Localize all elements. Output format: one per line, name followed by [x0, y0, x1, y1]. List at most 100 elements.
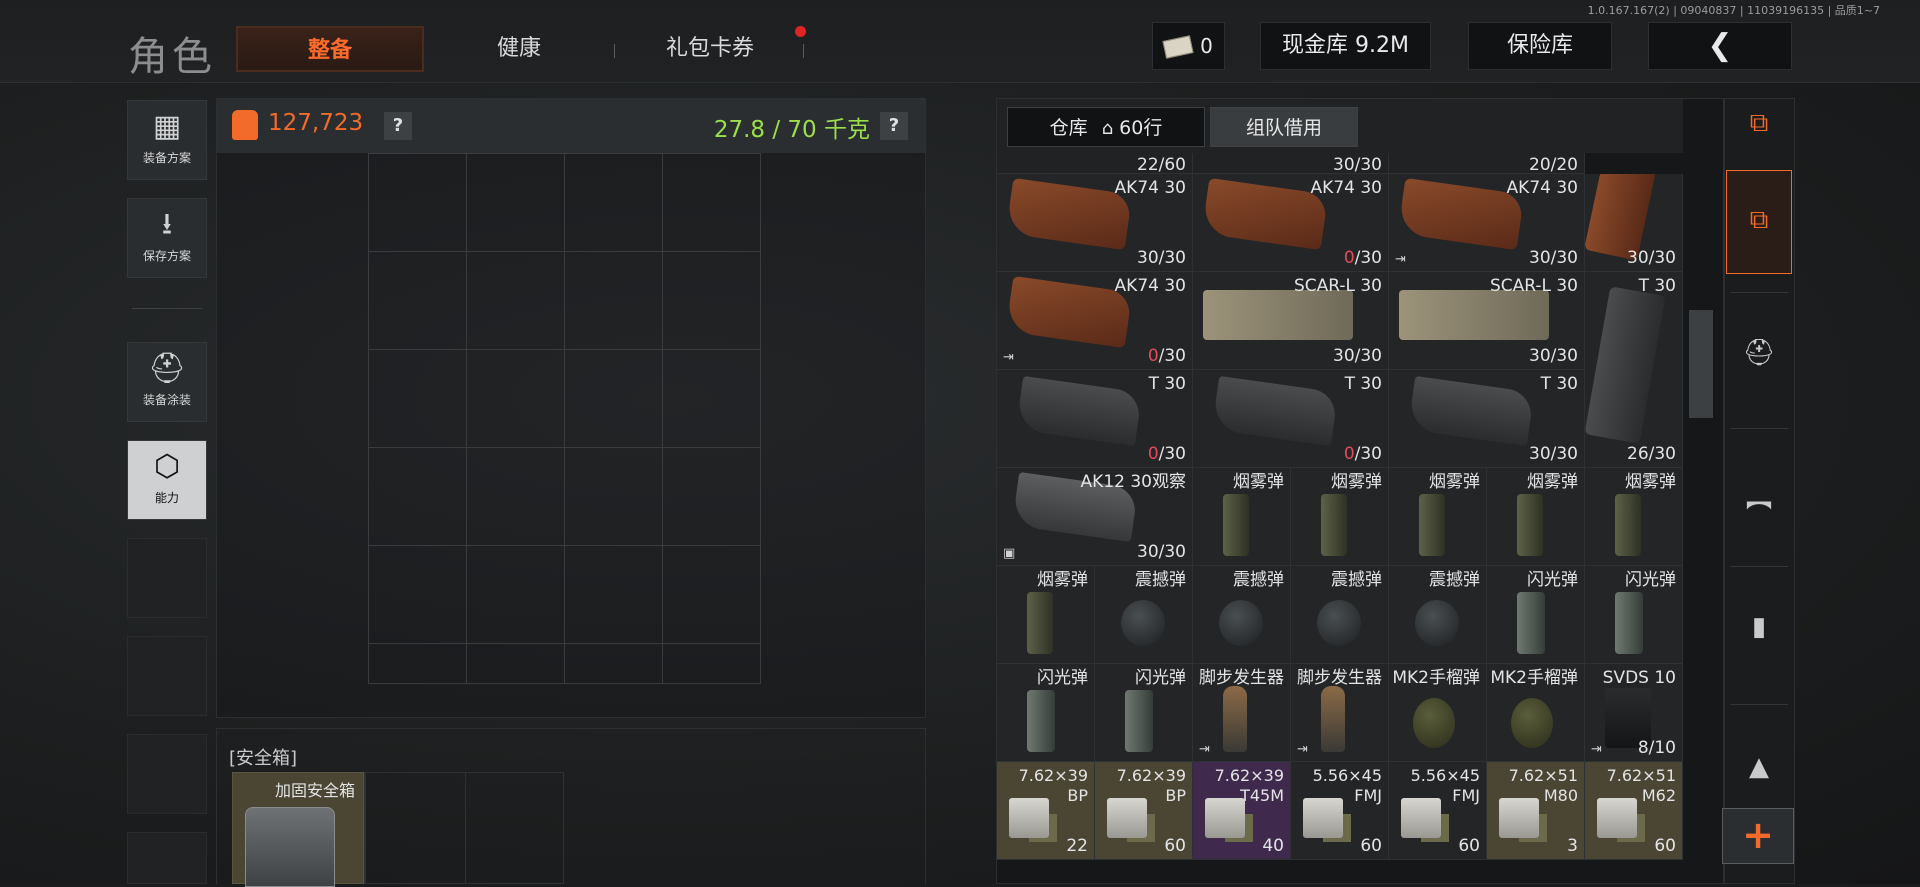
inventory-cell[interactable]: 震撼弹 — [1095, 566, 1193, 664]
item-count: 30/30 — [1333, 155, 1382, 174]
inventory-cell[interactable]: 7.62×51 M80 3 — [1487, 762, 1585, 860]
item-name: 震撼弹 — [1135, 570, 1186, 590]
inventory-cell[interactable]: 震撼弹 — [1291, 566, 1389, 664]
currency-value: 0 — [1200, 34, 1213, 58]
save-plan-button[interactable]: ⭳ 保存方案 — [127, 198, 207, 278]
item-name: 震撼弹 — [1233, 570, 1284, 590]
inventory-cell[interactable]: AK74 30 30/30 — [997, 174, 1193, 272]
inventory-cell[interactable]: 烟雾弹 — [1389, 468, 1487, 566]
inventory-cell[interactable]: 7.62×39 BP 60 — [1095, 762, 1193, 860]
inventory-cell[interactable]: AK74 30 0/30 — [1193, 174, 1389, 272]
inventory-cell[interactable]: SVDS 10 8/10 ⇥ — [1585, 664, 1683, 762]
item-name: 烟雾弹 — [1625, 472, 1676, 492]
item-count: 30/30 — [1529, 444, 1578, 464]
inventory-cell-partial[interactable]: 22/60 — [997, 153, 1193, 174]
inventory-cell[interactable]: SCAR-L 30 30/30 — [1193, 272, 1389, 370]
weight-help-button[interactable]: ? — [880, 112, 908, 140]
inventory-cell[interactable]: 烟雾弹 — [1291, 468, 1389, 566]
inventory-cell-partial[interactable]: 30/30 — [1193, 153, 1389, 174]
ability-button[interactable]: ⬡ 能力 — [127, 440, 207, 520]
tab-storage[interactable]: 仓库 ⌂ 60行 — [1007, 107, 1205, 147]
tab-gift-coupons[interactable]: 礼包卡券 — [630, 26, 790, 72]
inventory-cell[interactable]: 烟雾弹 — [997, 566, 1095, 664]
transfer-marker-icon: ⇥ — [1199, 742, 1210, 757]
inventory-cell[interactable]: 闪光弹 — [997, 664, 1095, 762]
magazine-icon[interactable]: ▮ — [1726, 612, 1792, 642]
inventory-cell[interactable]: 震撼弹 — [1389, 566, 1487, 664]
vest-icon: ▦ — [152, 109, 182, 144]
item-name: AK74 30 — [1310, 178, 1382, 198]
stun-icon — [1415, 600, 1459, 646]
inventory-cell[interactable]: T 30 30/30 — [1389, 370, 1585, 468]
inventory-cell[interactable]: 5.56×45 FMJ 60 — [1389, 762, 1487, 860]
loadout-plan-button[interactable]: ▦ 装备方案 — [127, 100, 207, 180]
back-arrow-icon: ❮ — [1707, 28, 1733, 63]
inventory-cell[interactable]: 5.56×45 FMJ 60 — [1291, 762, 1389, 860]
currency-box[interactable]: 0 — [1152, 22, 1225, 70]
weight-readout: 27.8 / 70 千克 — [713, 117, 870, 143]
inventory-cell[interactable]: 烟雾弹 — [1585, 468, 1683, 566]
vault-button[interactable]: 保险库 — [1468, 22, 1612, 70]
inventory-cell[interactable]: 7.62×39 BP 22 — [997, 762, 1095, 860]
item-name: AK74 30 — [1114, 178, 1186, 198]
filter-divider — [1730, 292, 1788, 293]
tab-health[interactable]: 健康 — [444, 26, 594, 72]
inventory-cell[interactable]: 7.62×39 T45M 40 — [1193, 762, 1291, 860]
inventory-cell[interactable]: MK2手榴弹 — [1389, 664, 1487, 762]
inventory-cell[interactable]: AK12 30观察 30/30 ▣ — [997, 468, 1193, 566]
value-help-button[interactable]: ? — [384, 112, 412, 140]
inventory-cell[interactable]: SCAR-L 30 30/30 — [1389, 272, 1585, 370]
inventory-cell[interactable]: T 30 26/30 — [1585, 272, 1683, 468]
ammo-icon[interactable]: ▲ — [1726, 752, 1792, 782]
tab-equip[interactable]: 整备 — [236, 26, 424, 72]
flash-icon — [1615, 592, 1643, 654]
add-button[interactable]: + — [1722, 808, 1794, 864]
inventory-cell[interactable]: MK2手榴弹 — [1487, 664, 1585, 762]
rifle-icon[interactable]: ︻ — [1726, 478, 1792, 515]
item-count: 8/10 — [1637, 738, 1676, 758]
inventory-cell-partial[interactable]: 20/20 — [1389, 153, 1585, 174]
tab-team-borrow[interactable]: 组队借用 — [1210, 107, 1358, 147]
mag-black-v-icon — [1585, 286, 1666, 444]
item-name: 7.62×39 BP — [1116, 766, 1186, 805]
inventory-cell[interactable]: AK74 30 30/30 ⇥ — [1389, 174, 1585, 272]
backpack-grid[interactable] — [368, 153, 761, 684]
item-count: 0/30 — [1147, 444, 1186, 464]
inventory-cell[interactable]: 烟雾弹 — [1487, 468, 1585, 566]
download-icon: ⭳ — [161, 207, 173, 242]
inventory-cell[interactable]: 脚步发生器 ⇥ — [1193, 664, 1291, 762]
all-items-filter[interactable]: ⧉ — [1726, 170, 1792, 274]
back-button[interactable]: ❮ — [1648, 22, 1792, 70]
empty-slot — [127, 734, 207, 814]
stun-icon — [1317, 600, 1361, 646]
cash-vault-button[interactable]: 现金库 9.2M — [1260, 22, 1431, 70]
item-name: AK74 30 — [1506, 178, 1578, 198]
sort-icon[interactable]: ⧉ — [1726, 108, 1792, 139]
inventory-cell[interactable]: 30/30 — [1585, 174, 1683, 272]
inventory-cell[interactable]: 震撼弹 — [1193, 566, 1291, 664]
smoke-icon — [1419, 494, 1445, 556]
cash-bundle-icon — [1162, 35, 1194, 59]
item-count: 60 — [1458, 836, 1480, 856]
inventory-cell[interactable]: 脚步发生器 ⇥ — [1291, 664, 1389, 762]
equipment-skin-button[interactable]: ⛑ 装备涂装 — [127, 342, 207, 422]
reinforced-safe-box[interactable]: 加固安全箱 — [232, 772, 364, 887]
mag-black-icon — [1015, 375, 1143, 447]
item-name: 7.62×39 T45M — [1214, 766, 1284, 805]
item-count: 30/30 — [1137, 248, 1186, 268]
inventory-cell[interactable]: AK74 30 0/30 ⇥ — [997, 272, 1193, 370]
inventory-cell[interactable]: 烟雾弹 — [1193, 468, 1291, 566]
equipment-value: 127,723 — [268, 110, 364, 136]
smoke-icon — [1615, 494, 1641, 556]
inventory-cell[interactable]: 闪光弹 — [1487, 566, 1585, 664]
inventory-cell[interactable]: 闪光弹 — [1585, 566, 1683, 664]
inventory-cell[interactable]: 7.62×51 M62 60 — [1585, 762, 1683, 860]
item-name: MK2手榴弹 — [1392, 668, 1480, 688]
inventory-cell[interactable]: T 30 0/30 — [997, 370, 1193, 468]
ability-label: 能力 — [154, 491, 179, 505]
stun-icon — [1219, 600, 1263, 646]
helmet-icon[interactable]: ⛑ — [1726, 338, 1792, 368]
inventory-cell[interactable]: 闪光弹 — [1095, 664, 1193, 762]
inventory-cell[interactable]: T 30 0/30 — [1193, 370, 1389, 468]
inventory-scrollbar[interactable] — [1689, 310, 1713, 418]
